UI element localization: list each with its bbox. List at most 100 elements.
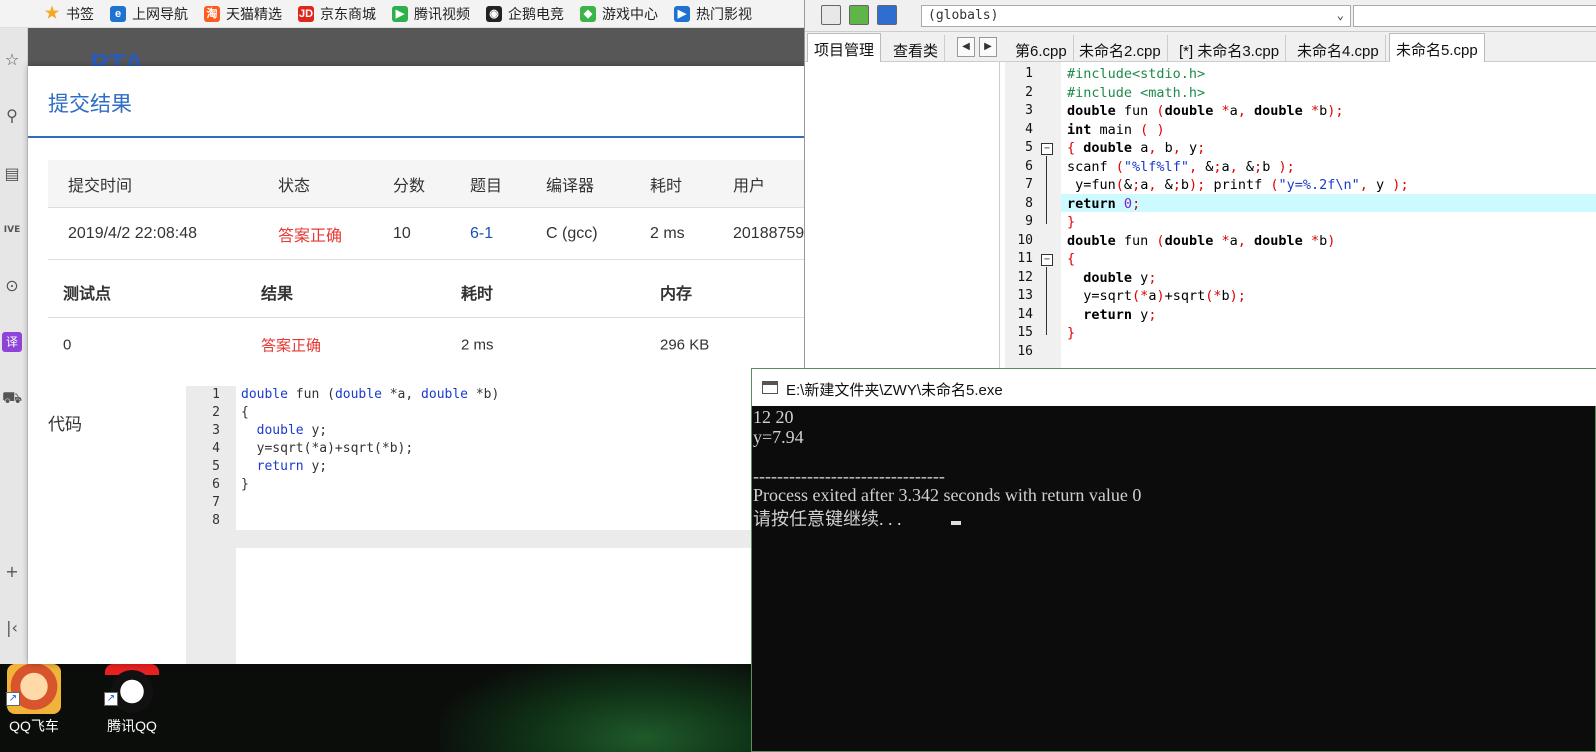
code-editor[interactable]: 1 2 3 4 5 6 7 8 9 10 11 12 13 14 15 16− − #include<stdio… (1005, 62, 1596, 370)
bookmark-star[interactable]: ★ 书签 (44, 4, 94, 24)
code-line: { (1067, 251, 1076, 267)
tab-label: 未命名4.cpp (1297, 43, 1379, 60)
ide-tabs-bar: 项目管理 查看类 ◀ ▶ 第6.cpp 未命名2.cpp [*] 未命名3.cp… (805, 32, 1596, 62)
cart-icon[interactable]: ⛟ (2, 388, 22, 408)
code-line: return y; (256, 459, 328, 474)
line-number: 14 (1017, 306, 1033, 322)
file-tab[interactable]: 未命名2.cpp (1073, 35, 1168, 62)
line-number: 3 (1025, 103, 1033, 118)
time-used: 2 ms (650, 224, 685, 242)
line-number: 2 (1025, 84, 1033, 100)
file-tab[interactable]: [*] 未命名3.cpp (1173, 35, 1287, 62)
bookmark-gamepad[interactable]: ◆ 游戏中心 (580, 4, 658, 24)
console-window[interactable]: E:\新建文件夹\ZWY\未命名5.exe 12 20 y=7.94 -------… (751, 368, 1596, 752)
live-icon[interactable]: IVE (2, 220, 22, 240)
problem-link[interactable]: 6-1 (470, 225, 493, 243)
bookmark-play[interactable]: ▶ 腾讯视频 (392, 4, 470, 24)
line-number: 6 (1025, 158, 1033, 174)
ie-icon: e (110, 5, 126, 22)
line-number: 5 (212, 459, 220, 474)
column-header: 耗时 (461, 285, 494, 303)
code-line: #include <math.h> (1067, 84, 1206, 101)
file-tab[interactable]: 第6.cpp (1009, 35, 1074, 62)
submit-time: 2019/4/2 22:08:48 (68, 224, 198, 242)
browser-sidebar: ☆ ⚲ ▤ IVE ⊙ 译 ⛟ + |‹ (0, 28, 28, 664)
bookmark-label: 企鹅电竞 (508, 5, 564, 22)
fold-toggle-icon[interactable]: − (1041, 143, 1053, 155)
line-number: 1 (212, 387, 220, 402)
code-line: } (1067, 325, 1076, 341)
score: 10 (393, 224, 411, 242)
desktop-icon-qq[interactable]: ↗ 腾讯QQ (92, 664, 172, 736)
test-table-header: 测试点 结果 耗时 内存 (48, 266, 808, 318)
test-time: 2 ms (461, 336, 494, 354)
bookmark-video[interactable]: ▶ 热门影视 (674, 4, 752, 24)
tab-project-manager[interactable]: 项目管理 (807, 33, 882, 62)
panel-title: 提交结果 (48, 93, 132, 116)
jd-icon: JD (298, 5, 314, 22)
file-tab[interactable]: 未命名4.cpp (1291, 35, 1386, 62)
goto-icon[interactable] (849, 5, 869, 25)
fold-toggle-icon[interactable]: − (1041, 254, 1053, 266)
code-line: double fun (double *a, double *b); (1067, 103, 1344, 119)
bookmark-label: 游戏中心 (602, 5, 658, 22)
console-line: y=7.94 (753, 426, 804, 447)
code-line: #include<stdio.h> (1067, 66, 1206, 82)
test-case-id: 0 (63, 336, 72, 354)
tab-class-browser[interactable]: 查看类 (887, 35, 946, 62)
code-line: double fun (double *a, double *b) (241, 387, 500, 402)
bookmark-penguin[interactable]: ◉ 企鹅电竞 (486, 4, 564, 24)
test-table: 测试点 结果 耗时 内存 0 答案正确 2 ms 296 KB (48, 266, 808, 372)
qq-penguin-icon (105, 664, 159, 714)
tab-label: 查看类 (893, 43, 939, 60)
tab-label: 第6.cpp (1015, 43, 1067, 60)
indent-icon[interactable] (821, 5, 841, 25)
bookmark-icon[interactable] (877, 5, 897, 25)
column-header: 内存 (660, 285, 693, 303)
bookmark-label: 热门影视 (696, 5, 752, 22)
code-viewer[interactable]: 123456789 double fun (double *a, double … (186, 386, 818, 664)
column-header: 提交时间 (68, 177, 133, 195)
bookmark-ie[interactable]: e 上网导航 (110, 4, 188, 24)
code-line: { (241, 405, 249, 420)
submission-result-panel: 提交结果 提交时间 状态 分数 题目 编译器 耗时 用户 2019/4/2 22… (28, 66, 818, 664)
bookmark-tmall[interactable]: 淘天猫精选 (204, 4, 282, 24)
code-line: y=sqrt(*a)+sqrt(*b); (1067, 288, 1246, 304)
code-gutter: 123456789 (186, 386, 236, 664)
line-number: 2 (212, 405, 220, 420)
column-header: 分数 (393, 177, 426, 195)
gamepad-icon: ◆ (580, 5, 596, 22)
function-select[interactable] (1353, 5, 1596, 27)
submission-table-header: 提交时间 状态 分数 题目 编译器 耗时 用户 (48, 160, 808, 208)
collapse-icon[interactable]: |‹ (2, 618, 22, 638)
code-line: y=sqrt(*a)+sqrt(*b); (241, 441, 414, 456)
tab-scroll-right-icon[interactable]: ▶ (979, 37, 997, 57)
scope-select[interactable]: (globals) ⌄ (921, 5, 1351, 27)
console-title-bar[interactable]: E:\新建文件夹\ZWY\未命名5.exe (752, 369, 1596, 406)
code-line: } (241, 477, 249, 492)
add-icon[interactable]: + (2, 562, 22, 582)
console-line: -------------------------------- (753, 465, 945, 486)
tab-label: 项目管理 (814, 42, 875, 59)
wallpaper (440, 664, 760, 752)
reader-icon[interactable]: ▤ (2, 164, 22, 184)
active-line-highlight (1061, 194, 1596, 212)
column-header: 测试点 (63, 285, 112, 303)
code-line: scanf ("%lf%lf", &;a, &;b ); (1067, 158, 1295, 175)
tab-scroll-left-icon[interactable]: ◀ (957, 37, 975, 57)
desktop-icon-qq-speed[interactable]: ↗ QQ飞车 (0, 664, 74, 736)
search-icon[interactable]: ⚲ (2, 106, 22, 126)
star-icon[interactable]: ☆ (2, 50, 22, 70)
code-line: { double a, b, y; (1067, 140, 1206, 156)
bookmark-jd[interactable]: JD 京东商城 (298, 4, 376, 24)
code-line: } (1067, 214, 1076, 230)
translate-icon[interactable]: 译 (2, 332, 22, 352)
game-icon[interactable]: ⊙ (2, 276, 22, 296)
line-number: 10 (1017, 232, 1033, 248)
file-tab-active[interactable]: 未命名5.cpp (1389, 33, 1485, 62)
line-number: 7 (212, 495, 220, 510)
code-label: 代码 (48, 415, 82, 434)
editor-gutter: 1 2 3 4 5 6 7 8 9 10 11 12 13 14 15 16− − (1005, 62, 1061, 370)
bookmark-label: 京东商城 (320, 5, 376, 22)
project-pane[interactable] (805, 62, 1000, 370)
